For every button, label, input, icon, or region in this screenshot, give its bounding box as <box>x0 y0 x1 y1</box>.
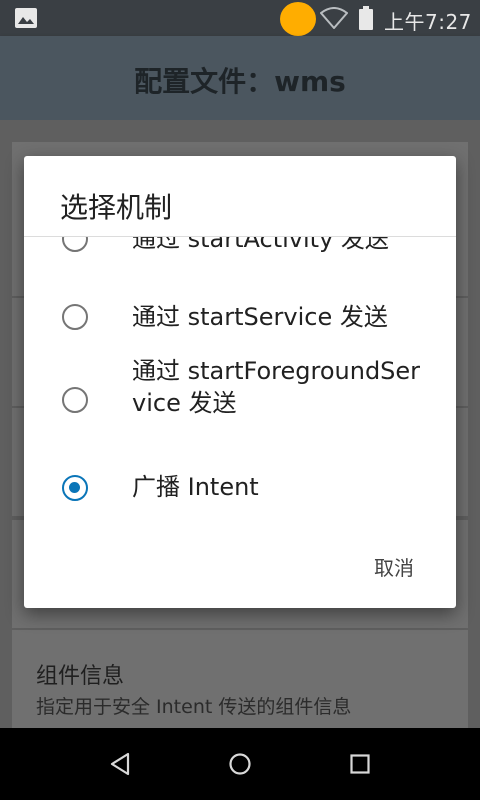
option-label: 通过 startForegroundService 发送 <box>132 357 421 417</box>
recent-apps-icon[interactable] <box>348 752 372 776</box>
option-start-activity[interactable]: 通过 startActivity 发送 <box>24 237 456 279</box>
option-label: 广播 Intent <box>132 473 259 501</box>
cancel-button[interactable]: 取消 <box>358 552 430 584</box>
home-icon[interactable] <box>228 752 252 776</box>
component-info-title: 组件信息 <box>36 664 125 689</box>
status-time: 上午7:27 <box>384 10 472 34</box>
option-start-foreground-service[interactable]: 通过 startForegroundService 发送 <box>24 355 456 455</box>
radio-button[interactable] <box>62 304 88 330</box>
radio-button[interactable] <box>62 237 88 252</box>
option-label: 通过 startService 发送 <box>132 303 388 331</box>
select-mechanism-dialog: 选择机制 通过 startActivity 发送 通过 startService… <box>24 156 456 608</box>
page-title: 配置文件：wms <box>134 65 346 98</box>
image-icon <box>15 8 37 28</box>
navigation-bar <box>0 728 480 800</box>
option-broadcast-intent[interactable]: 广播 Intent <box>24 459 456 519</box>
app-bar: 配置文件：wms <box>0 36 480 120</box>
radio-button[interactable] <box>62 387 88 413</box>
wifi-icon <box>320 7 348 29</box>
notification-dot <box>280 2 316 36</box>
dialog-title: 选择机制 <box>60 191 173 224</box>
battery-icon <box>359 6 373 30</box>
option-label: 通过 startActivity 发送 <box>132 237 389 253</box>
radio-button-checked[interactable] <box>62 475 88 501</box>
option-list[interactable]: 通过 startActivity 发送 通过 startService 发送 通… <box>24 237 456 537</box>
component-info-card: 组件信息 指定用于安全 Intent 传送的组件信息 <box>12 630 468 728</box>
component-info-subtitle: 指定用于安全 Intent 传送的组件信息 <box>36 696 352 718</box>
back-icon[interactable] <box>108 752 132 776</box>
status-bar: 上午7:27 <box>0 0 480 36</box>
option-start-service[interactable]: 通过 startService 发送 <box>24 279 456 355</box>
